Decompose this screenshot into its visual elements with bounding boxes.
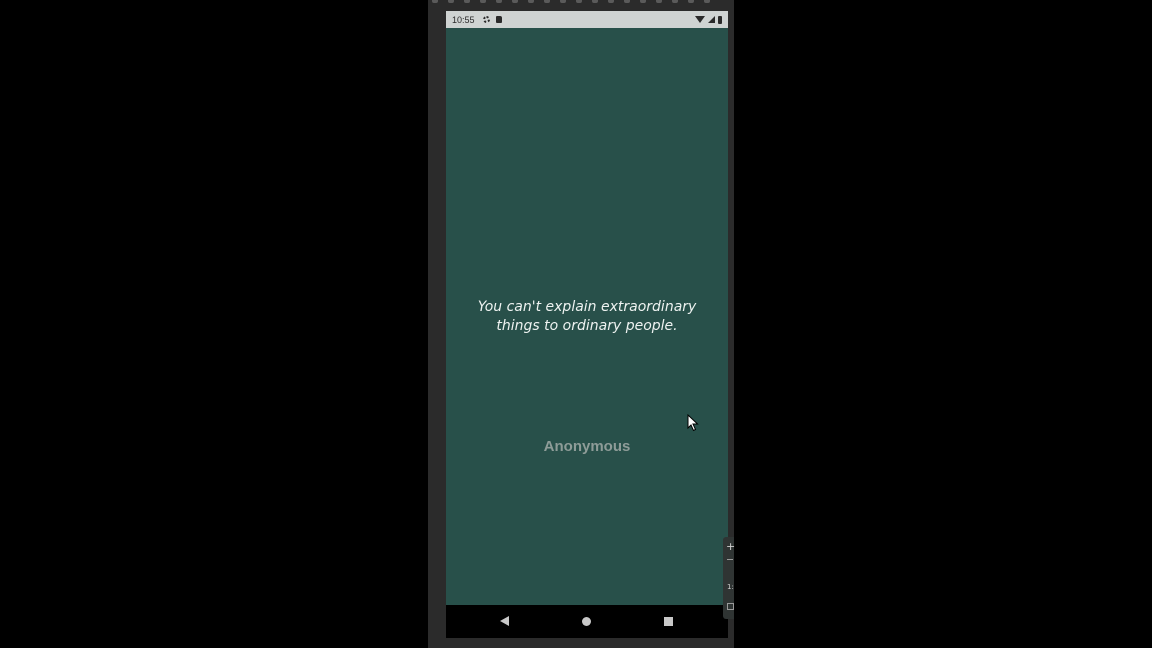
toolbar-button[interactable] xyxy=(560,0,566,3)
zoom-out-button[interactable] xyxy=(727,559,733,560)
settings-gear-icon xyxy=(482,16,490,23)
toolbar-button[interactable] xyxy=(576,0,582,3)
toolbar-button[interactable] xyxy=(704,0,710,3)
toolbar-button[interactable] xyxy=(592,0,598,3)
toolbar-button[interactable] xyxy=(512,0,518,3)
toolbar-button[interactable] xyxy=(432,0,438,3)
mouse-cursor-icon xyxy=(687,414,699,432)
toolbar-button[interactable] xyxy=(688,0,694,3)
sd-card-icon xyxy=(495,16,502,23)
battery-icon xyxy=(718,15,722,24)
navigation-bar xyxy=(446,605,728,638)
quote-text: You can't explain extraordinary things t… xyxy=(477,299,697,334)
toolbar-button[interactable] xyxy=(640,0,646,3)
zoom-in-button[interactable]: + xyxy=(726,540,735,553)
actual-size-button[interactable]: 1: xyxy=(727,583,734,591)
toolbar-button[interactable] xyxy=(448,0,454,3)
toolbar-button[interactable] xyxy=(672,0,678,3)
back-icon[interactable] xyxy=(500,616,509,626)
toolbar-button[interactable] xyxy=(544,0,550,3)
toolbar-button[interactable] xyxy=(528,0,534,3)
toolbar-button[interactable] xyxy=(480,0,486,3)
status-bar: 10:55 xyxy=(446,11,728,28)
zoom-to-fit-button[interactable] xyxy=(727,603,734,610)
signal-icon xyxy=(708,16,715,23)
quote-author: Anonymous xyxy=(543,438,631,455)
home-icon[interactable] xyxy=(582,617,591,626)
emulator-side-tools: + 1: xyxy=(723,537,735,619)
recents-icon[interactable] xyxy=(664,617,673,626)
status-time: 10:55 xyxy=(452,14,475,25)
emulator-toolbar xyxy=(428,0,734,6)
toolbar-button[interactable] xyxy=(496,0,502,3)
wifi-icon xyxy=(695,16,705,23)
toolbar-button[interactable] xyxy=(656,0,662,3)
toolbar-button[interactable] xyxy=(624,0,630,3)
status-right-icons xyxy=(695,15,722,24)
phone-screen: 10:55 You can't explain extraordinary th… xyxy=(446,11,728,638)
toolbar-button[interactable] xyxy=(464,0,470,3)
toolbar-button[interactable] xyxy=(608,0,614,3)
